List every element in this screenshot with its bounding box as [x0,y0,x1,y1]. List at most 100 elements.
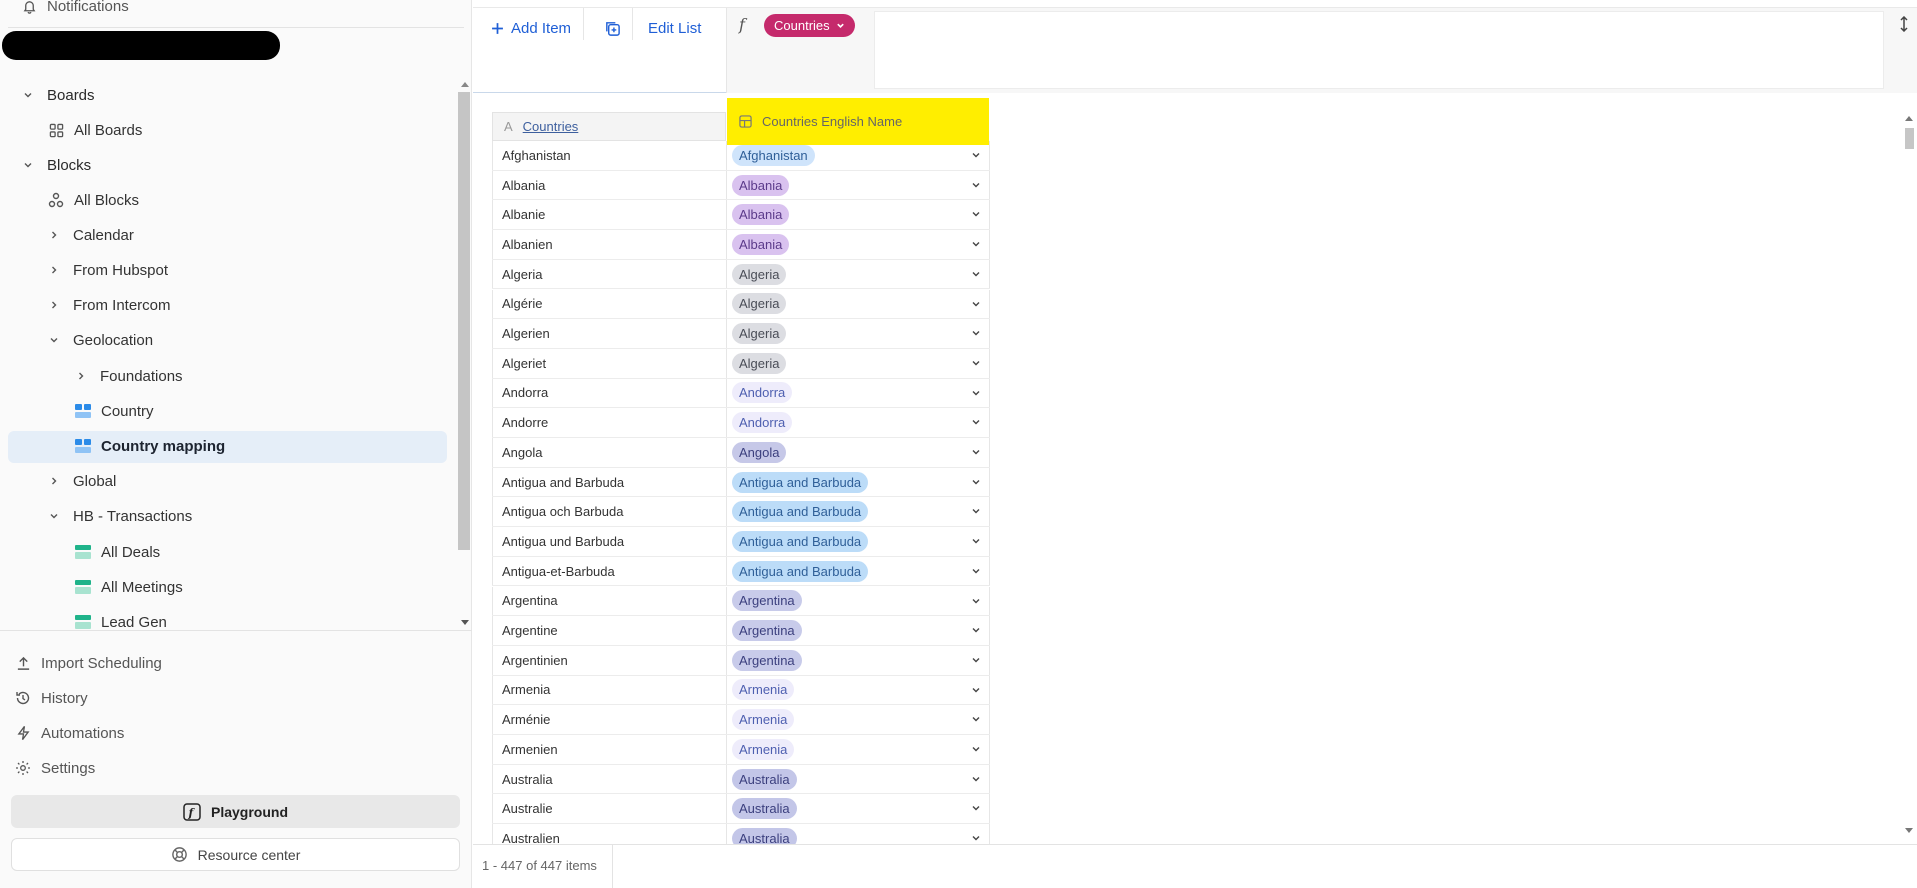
table-row[interactable]: Albanie Albania [492,200,990,231]
cell-english-name[interactable]: Andorra [727,378,990,408]
grid-scroll-thumb[interactable] [1905,128,1914,149]
table-row[interactable]: Antigua and Barbuda Antigua and Barbuda [492,467,990,498]
duplicate-button[interactable] [604,15,621,41]
cell-english-name[interactable]: Angola [727,438,990,467]
cell-english-name[interactable]: Armenia [727,735,990,764]
cell-country-name[interactable]: Albania [492,170,727,200]
cell-country-name[interactable]: Antigua och Barbuda [492,497,727,527]
sidebar-item-boards[interactable]: Boards [21,81,95,109]
cell-english-name[interactable]: Antigua and Barbuda [727,497,990,527]
cell-english-name[interactable]: Afghanistan [727,141,990,170]
add-item-button[interactable]: Add Item [491,15,571,41]
sidebar-item-lead-gen[interactable]: Lead Gen [74,608,167,636]
sidebar-item-all-meetings[interactable]: All Meetings [74,573,183,601]
cell-country-name[interactable]: Argentine [492,616,727,645]
sidebar-notifications[interactable]: Notifications [20,0,129,20]
table-row[interactable]: Armenien Armenia [492,735,990,765]
chevron-right-icon[interactable] [47,298,61,312]
chevron-down-icon[interactable] [971,596,981,606]
cell-country-name[interactable]: Argentina [492,586,727,616]
chevron-right-icon[interactable] [47,228,61,242]
sidebar-item-hb-transactions[interactable]: HB - Transactions [47,502,192,530]
cell-country-name[interactable]: Algeria [492,259,727,289]
table-row[interactable]: Andorra Andorra [492,378,990,409]
table-row[interactable]: Arménie Armenia [492,705,990,735]
table-row[interactable]: Albania Albania [492,170,990,201]
nav-history[interactable]: History [14,684,88,712]
cell-country-name[interactable]: Algérie [492,289,727,319]
sidebar-item-all-blocks[interactable]: All Blocks [47,186,139,214]
sidebar-item-blocks[interactable]: Blocks [21,151,91,179]
table-row[interactable]: Afghanistan Afghanistan [492,141,990,171]
chevron-down-icon[interactable] [971,685,981,695]
chevron-down-icon[interactable] [971,714,981,724]
chevron-down-icon[interactable] [971,566,981,576]
formula-input[interactable] [874,11,1884,89]
cell-country-name[interactable]: Arménie [492,705,727,734]
chevron-down-icon[interactable] [971,358,981,368]
column-header-english-name[interactable]: Countries English Name [727,98,989,145]
table-row[interactable]: Albanien Albania [492,230,990,260]
table-row[interactable]: Algeria Algeria [492,259,990,290]
table-row[interactable]: Angola Angola [492,438,990,468]
cell-english-name[interactable]: Algeria [727,348,990,378]
cell-english-name[interactable]: Algeria [727,289,990,319]
scroll-down-icon[interactable] [461,620,469,625]
chevron-down-icon[interactable] [971,655,981,665]
chevron-down-icon[interactable] [47,333,61,347]
sidebar-item-country-mapping[interactable]: Country mapping [74,432,225,460]
cell-english-name[interactable]: Argentina [727,586,990,616]
chevron-down-icon[interactable] [971,299,981,309]
table-row[interactable]: Antigua und Barbuda Antigua and Barbuda [492,527,990,557]
cell-english-name[interactable]: Australia [727,794,990,824]
resource-center-button[interactable]: Resource center [11,838,460,871]
cell-english-name[interactable]: Antigua and Barbuda [727,527,990,556]
chevron-down-icon[interactable] [971,180,981,190]
cell-country-name[interactable]: Antigua und Barbuda [492,527,727,556]
sidebar-scroll-thumb[interactable] [458,92,470,550]
chevron-down-icon[interactable] [971,477,981,487]
cell-english-name[interactable]: Argentina [727,645,990,675]
cell-country-name[interactable]: Antigua and Barbuda [492,467,727,497]
table-row[interactable]: Argentina Argentina [492,586,990,617]
table-row[interactable]: Argentinien Argentina [492,645,990,676]
table-row[interactable]: Australie Australia [492,794,990,825]
chevron-right-icon[interactable] [74,369,88,383]
table-row[interactable]: Antigua-et-Barbuda Antigua and Barbuda [492,556,990,587]
collapse-icon[interactable] [1899,15,1909,35]
sidebar-item-all-boards[interactable]: All Boards [47,116,142,144]
cell-country-name[interactable]: Australia [492,764,727,794]
scroll-up-icon[interactable] [461,82,469,87]
chevron-down-icon[interactable] [971,803,981,813]
cell-english-name[interactable]: Argentina [727,616,990,645]
sidebar-item-foundations[interactable]: Foundations [74,362,183,390]
cell-english-name[interactable]: Algeria [727,319,990,348]
scroll-down-icon[interactable] [1905,828,1913,833]
cell-english-name[interactable]: Albania [727,170,990,200]
cell-english-name[interactable]: Australia [727,764,990,794]
nav-settings[interactable]: Settings [14,754,95,782]
cell-country-name[interactable]: Algerien [492,319,727,348]
cell-country-name[interactable]: Andorre [492,408,727,437]
formula-chip-countries[interactable]: Countries [764,14,855,37]
grid-scrollbar[interactable] [1900,112,1914,839]
edit-list-button[interactable]: Edit List [648,15,701,41]
table-row[interactable]: Argentine Argentina [492,616,990,646]
cell-country-name[interactable]: Albanie [492,200,727,230]
chevron-down-icon[interactable] [971,239,981,249]
scroll-up-icon[interactable] [1905,116,1913,121]
table-row[interactable]: Antigua och Barbuda Antigua and Barbuda [492,497,990,528]
chevron-down-icon[interactable] [971,388,981,398]
table-row[interactable]: Australia Australia [492,764,990,795]
cell-country-name[interactable]: Afghanistan [492,141,727,170]
cell-english-name[interactable]: Antigua and Barbuda [727,556,990,586]
chevron-right-icon[interactable] [47,474,61,488]
cell-english-name[interactable]: Antigua and Barbuda [727,467,990,497]
playground-button[interactable]: f Playground [11,795,460,828]
chevron-down-icon[interactable] [971,536,981,546]
cell-country-name[interactable]: Antigua-et-Barbuda [492,556,727,586]
chevron-down-icon[interactable] [47,509,61,523]
sidebar-item-from-intercom[interactable]: From Intercom [47,291,171,319]
chevron-down-icon[interactable] [971,625,981,635]
nav-import-scheduling[interactable]: Import Scheduling [14,649,162,677]
